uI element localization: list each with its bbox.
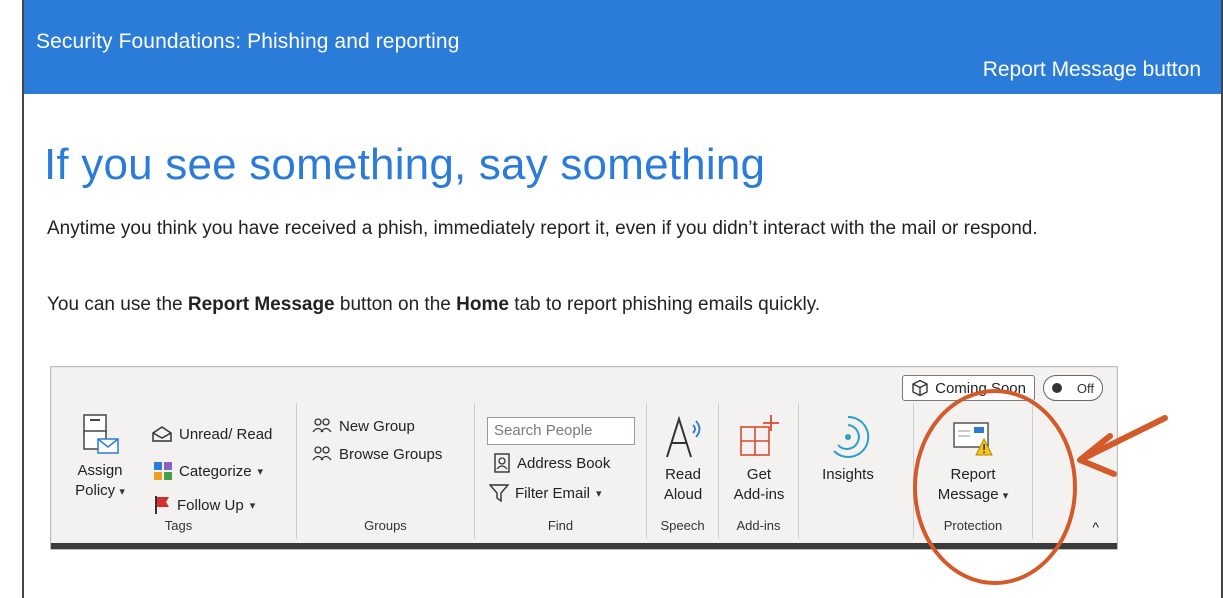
toggle-label: Off xyxy=(1076,380,1094,396)
people-icon xyxy=(312,446,332,461)
header-bar: Security Foundations: Phishing and repor… xyxy=(24,0,1221,94)
find-group: Search People Address Book Filter Email … xyxy=(475,403,647,539)
read-aloud-line1: Read xyxy=(665,466,701,483)
groups-group: New Group Browse Groups Groups xyxy=(297,403,475,539)
address-book-icon xyxy=(494,453,510,473)
assign-policy-line2: Policy xyxy=(75,482,116,499)
para2-home: Home xyxy=(456,294,509,315)
speech-group: Read Aloud Speech xyxy=(647,403,719,539)
categorize-icon xyxy=(154,462,172,480)
browse-groups-label: Browse Groups xyxy=(339,445,443,463)
chevron-down-icon: ▾ xyxy=(596,487,602,500)
address-book-button[interactable]: Address Book xyxy=(493,453,610,473)
protection-group: Report Message ▾ Protection xyxy=(913,403,1033,539)
assign-policy-icon xyxy=(83,414,119,454)
chevron-down-icon: ▾ xyxy=(257,465,264,478)
intro-paragraph: Anytime you think you have received a ph… xyxy=(47,218,1038,239)
outlook-ribbon: Coming Soon Off Assign Policy ▾ Unread/ … xyxy=(50,366,1118,550)
para2-prefix: You can use the xyxy=(47,294,188,315)
collapse-ribbon-button[interactable]: ^ xyxy=(1092,519,1099,535)
addins-group-label: Add-ins xyxy=(736,518,781,533)
find-group-label: Find xyxy=(547,518,574,533)
filter-email-button[interactable]: Filter Email ▾ xyxy=(489,483,602,503)
report-message-button[interactable]: Report Message ▾ xyxy=(928,413,1018,506)
follow-up-button[interactable]: Follow Up ▾ xyxy=(153,495,255,515)
coming-soon-toggle[interactable]: Off xyxy=(1043,375,1103,401)
get-addins-icon xyxy=(740,415,779,456)
get-addins-button[interactable]: Get Add-ins xyxy=(727,413,791,505)
groups-group-label: Groups xyxy=(364,518,407,533)
report-message-line2: Message xyxy=(937,486,999,503)
addins-group: Get Add-ins Add-ins xyxy=(719,403,799,539)
instruction-paragraph: You can use the Report Message button on… xyxy=(47,292,1107,317)
categorize-button[interactable]: Categorize ▾ xyxy=(153,461,263,481)
report-message-icon xyxy=(953,422,993,456)
protection-group-label: Protection xyxy=(943,518,1003,533)
assign-policy-line1: Assign xyxy=(77,462,123,479)
page-title: If you see something, say something xyxy=(44,140,766,189)
categorize-label: Categorize xyxy=(179,462,252,480)
follow-up-label: Follow Up xyxy=(177,496,244,514)
read-aloud-icon xyxy=(666,415,701,458)
search-people-input[interactable]: Search People xyxy=(487,417,635,445)
address-book-label: Address Book xyxy=(517,454,611,472)
new-group-button[interactable]: New Group xyxy=(311,417,415,435)
insights-group: Insights xyxy=(799,403,899,539)
assign-policy-button[interactable]: Assign Policy ▾ xyxy=(69,413,131,502)
unread-read-label: Unread/ Read xyxy=(179,425,273,443)
coming-soon-label: Coming Soon xyxy=(935,379,1026,397)
chevron-down-icon: ▾ xyxy=(1002,490,1009,502)
unread-read-button[interactable]: Unread/ Read xyxy=(151,425,272,443)
cube-icon xyxy=(912,379,928,397)
insights-button[interactable]: Insights xyxy=(813,413,883,485)
insights-label: Insights xyxy=(822,466,874,483)
tags-group: Assign Policy ▾ Unread/ Read Categorize … xyxy=(61,403,297,539)
course-title: Security Foundations: Phishing and repor… xyxy=(36,30,460,53)
chevron-down-icon: ▾ xyxy=(249,499,256,512)
para2-report-message: Report Message xyxy=(187,294,335,315)
report-message-line1: Report xyxy=(950,466,996,483)
filter-email-label: Filter Email xyxy=(515,484,591,502)
get-addins-line2: Add-ins xyxy=(733,486,785,503)
tags-group-label: Tags xyxy=(164,518,193,533)
get-addins-line1: Get xyxy=(746,466,772,483)
envelope-open-icon xyxy=(152,426,172,442)
read-aloud-button[interactable]: Read Aloud xyxy=(653,413,713,505)
people-icon xyxy=(312,418,332,433)
para2-middle: button on the xyxy=(334,294,457,315)
chevron-down-icon: ▾ xyxy=(119,486,125,498)
coming-soon-button[interactable]: Coming Soon xyxy=(902,375,1035,401)
insights-icon xyxy=(833,415,870,458)
speech-group-label: Speech xyxy=(660,518,705,533)
ribbon-top-right: Coming Soon Off xyxy=(902,375,1103,401)
para2-suffix: tab to report phishing emails quickly. xyxy=(508,294,821,315)
browse-groups-button[interactable]: Browse Groups xyxy=(311,445,442,463)
section-title: Report Message button xyxy=(982,58,1201,81)
filter-icon xyxy=(489,484,509,503)
new-group-label: New Group xyxy=(339,417,415,435)
read-aloud-line2: Aloud xyxy=(663,486,703,503)
flag-icon xyxy=(155,496,169,514)
